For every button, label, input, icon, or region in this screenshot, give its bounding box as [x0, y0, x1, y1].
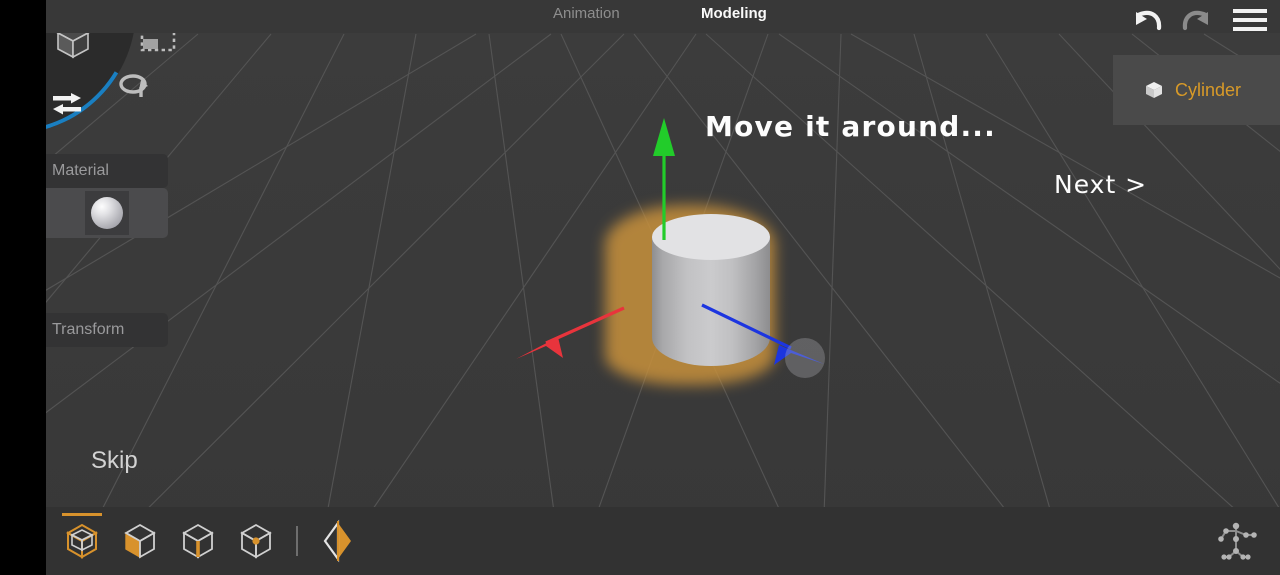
- tutorial-skip-button[interactable]: Skip: [91, 447, 138, 475]
- redo-button[interactable]: [1178, 3, 1218, 37]
- panel-header-material[interactable]: Material: [46, 154, 168, 188]
- gizmo-drag-handle[interactable]: [785, 338, 825, 378]
- cylinder-object[interactable]: [605, 205, 775, 385]
- panel-header-transform[interactable]: Transform: [46, 313, 168, 347]
- object-mode-button[interactable]: [56, 507, 108, 575]
- face-mode-button[interactable]: [114, 507, 166, 575]
- viewport-3d[interactable]: [46, 0, 1280, 575]
- mode-button-row: [56, 507, 364, 575]
- material-sphere-preview: [91, 197, 123, 229]
- diamond-keyframe-icon: [323, 519, 351, 563]
- tutorial-message: Move it around...: [705, 110, 996, 143]
- keyframe-button[interactable]: [312, 507, 364, 575]
- app-root: Animation Modeling Cylinder Material Tra…: [0, 0, 1280, 575]
- cube-edge-icon: [182, 523, 214, 559]
- cube-face-icon: [124, 523, 156, 559]
- object-name-label: Cylinder: [1175, 79, 1242, 100]
- vertex-mode-button[interactable]: [230, 507, 282, 575]
- tab-animation[interactable]: Animation: [553, 5, 620, 22]
- bottom-bar: [46, 507, 1280, 575]
- material-swatch-button[interactable]: [85, 191, 129, 235]
- toolbar-separator: [296, 526, 298, 556]
- move-arrows-icon: [53, 93, 81, 115]
- cube-outline-icon: [65, 523, 99, 559]
- undo-button[interactable]: [1126, 3, 1166, 37]
- panel-spacer: [46, 238, 168, 313]
- armature-icon: [1218, 522, 1257, 560]
- top-bar: Animation Modeling: [46, 0, 1280, 33]
- rotate-tool-button[interactable]: [111, 64, 157, 110]
- cube-vertex-icon: [240, 523, 272, 559]
- top-actions: [1126, 3, 1270, 37]
- edge-mode-button[interactable]: [172, 507, 224, 575]
- property-panel-stack: Material Transform: [46, 154, 168, 347]
- tab-modeling[interactable]: Modeling: [701, 5, 767, 22]
- rig-button[interactable]: [1210, 515, 1262, 567]
- panel-body-material: [46, 188, 168, 238]
- object-list-item[interactable]: Cylinder: [1113, 55, 1280, 125]
- tutorial-next-button[interactable]: Next >: [1054, 170, 1147, 199]
- menu-button[interactable]: [1230, 5, 1270, 35]
- cube-icon: [1146, 82, 1162, 98]
- move-tool-button[interactable]: [44, 82, 90, 128]
- rotate-icon: [119, 74, 148, 97]
- cylinder-top-cap: [652, 214, 770, 260]
- left-safe-area: [0, 0, 46, 575]
